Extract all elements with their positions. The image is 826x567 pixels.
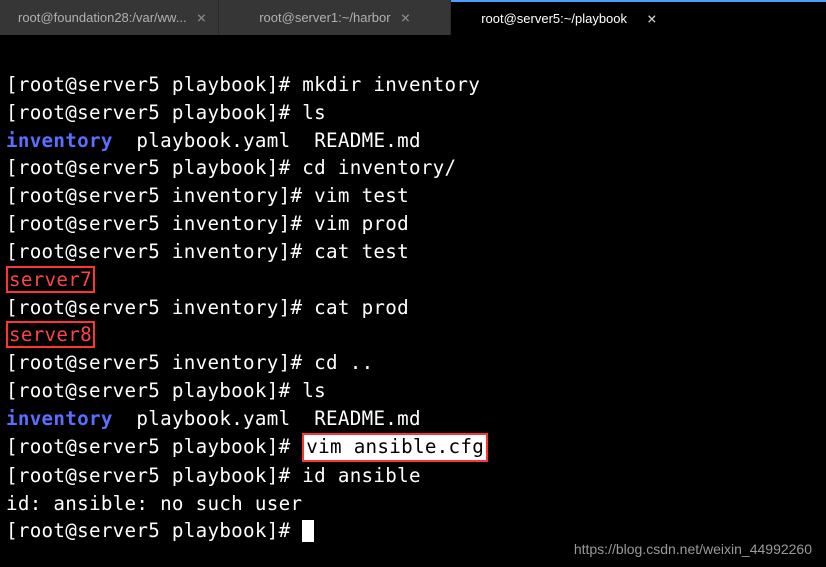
- file-playbook: playbook.yaml: [136, 407, 290, 430]
- terminal-cursor: [302, 520, 314, 542]
- tab-server5[interactable]: root@server5:~/playbook ×: [451, 0, 826, 35]
- command: vim prod: [314, 212, 409, 235]
- prompt: [root@server5 playbook]#: [6, 379, 302, 402]
- command: vim test: [314, 184, 409, 207]
- prompt: [root@server5 playbook]#: [6, 101, 302, 124]
- file-readme: README.md: [314, 129, 421, 152]
- watermark: https://blog.csdn.net/weixin_44992260: [574, 541, 812, 557]
- tab-server1[interactable]: root@server1:~/harbor ×: [219, 0, 451, 35]
- output-server7: server7: [6, 266, 95, 293]
- prompt: [root@server5 inventory]#: [6, 240, 314, 263]
- prompt: [root@server5 playbook]#: [6, 73, 302, 96]
- output-id-error: id: ansible: no such user: [6, 492, 302, 515]
- prompt: [root@server5 playbook]#: [6, 464, 302, 487]
- terminal-output[interactable]: [root@server5 playbook]# mkdir inventory…: [0, 35, 826, 553]
- tab-title: root@server1:~/harbor: [259, 10, 390, 25]
- command-vim-ansible: vim ansible.cfg: [302, 433, 488, 462]
- close-icon[interactable]: ×: [401, 10, 411, 26]
- tab-foundation[interactable]: root@foundation28:/var/ww... ×: [0, 0, 219, 35]
- dir-inventory: inventory: [6, 129, 113, 152]
- file-readme: README.md: [314, 407, 421, 430]
- close-icon[interactable]: ×: [647, 11, 657, 27]
- command: ls: [302, 379, 326, 402]
- prompt: [root@server5 playbook]#: [6, 519, 302, 542]
- output-server8: server8: [6, 321, 95, 348]
- command: cat prod: [314, 296, 409, 319]
- prompt: [root@server5 inventory]#: [6, 212, 314, 235]
- close-icon[interactable]: ×: [197, 10, 207, 26]
- file-playbook: playbook.yaml: [136, 129, 290, 152]
- command: cd inventory/: [302, 156, 456, 179]
- prompt: [root@server5 inventory]#: [6, 184, 314, 207]
- dir-inventory: inventory: [6, 407, 113, 430]
- prompt: [root@server5 playbook]#: [6, 435, 302, 458]
- prompt: [root@server5 inventory]#: [6, 296, 314, 319]
- prompt: [root@server5 playbook]#: [6, 156, 302, 179]
- tab-title: root@server5:~/playbook: [481, 11, 627, 26]
- command: cd ..: [314, 351, 373, 374]
- tab-title: root@foundation28:/var/ww...: [18, 10, 187, 25]
- command: cat test: [314, 240, 409, 263]
- prompt: [root@server5 inventory]#: [6, 351, 314, 374]
- command: ls: [302, 101, 326, 124]
- tab-bar: root@foundation28:/var/ww... × root@serv…: [0, 0, 826, 35]
- command: mkdir inventory: [302, 73, 480, 96]
- command: id ansible: [302, 464, 421, 487]
